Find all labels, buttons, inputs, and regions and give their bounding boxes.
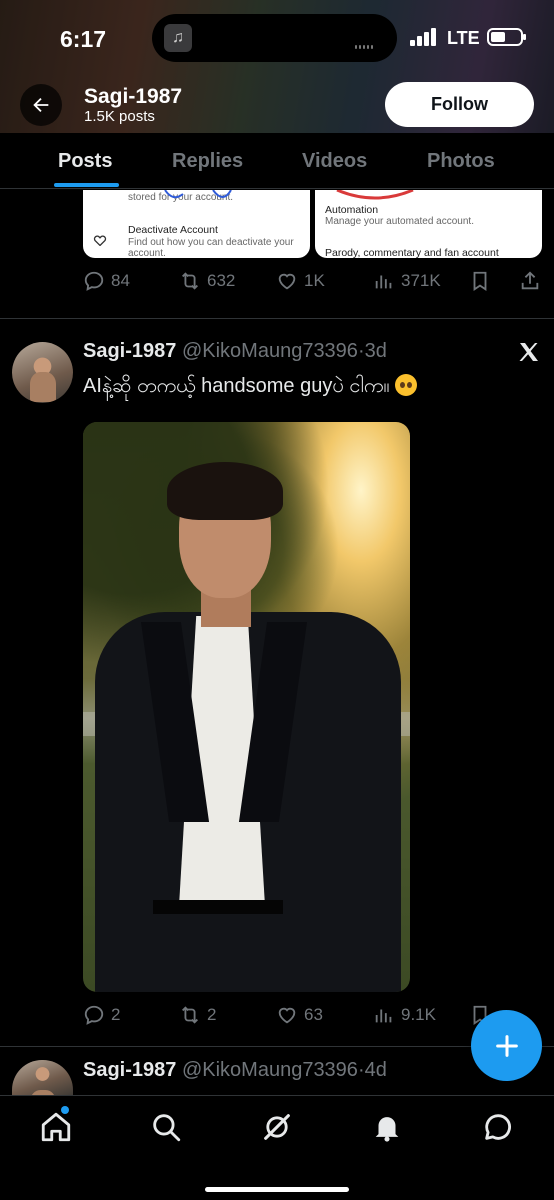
tab-replies[interactable]: Replies bbox=[172, 150, 243, 173]
avatar[interactable] bbox=[12, 1060, 73, 1095]
views-button[interactable]: 9.1K bbox=[373, 1004, 436, 1026]
bell-icon bbox=[375, 1117, 399, 1142]
heart-icon bbox=[278, 1007, 296, 1024]
nav-messages[interactable] bbox=[481, 1110, 515, 1144]
post-header: Sagi-1987 @KikoMaung73396·3d bbox=[83, 340, 387, 363]
prev-post-image-left[interactable]: stored for your account. Deactivate Acco… bbox=[83, 190, 310, 258]
reply-count: 84 bbox=[111, 271, 130, 290]
bottom-navigation bbox=[0, 1095, 554, 1200]
repost-icon bbox=[182, 272, 198, 290]
post-separator: · bbox=[357, 340, 365, 362]
post-author-name[interactable]: Sagi-1987 bbox=[83, 340, 176, 362]
pleading-face-emoji-icon bbox=[395, 374, 418, 396]
tab-videos[interactable]: Videos bbox=[302, 150, 367, 173]
post-separator: · bbox=[357, 1059, 365, 1081]
view-count: 371K bbox=[401, 271, 441, 290]
back-button[interactable] bbox=[20, 84, 62, 126]
views-chart-icon bbox=[375, 275, 392, 289]
red-circle-mark-icon bbox=[336, 190, 414, 200]
battery-icon bbox=[487, 28, 526, 46]
bookmark-icon bbox=[473, 271, 487, 291]
post-header: Sagi-1987 @KikoMaung73396·4d bbox=[83, 1059, 387, 1082]
home-icon bbox=[41, 1112, 71, 1142]
active-tab-indicator bbox=[54, 183, 119, 187]
bookmark-button[interactable] bbox=[469, 270, 497, 292]
music-icon: ♫ bbox=[164, 24, 192, 52]
avatar[interactable] bbox=[12, 342, 73, 403]
post-time[interactable]: 4d bbox=[365, 1059, 387, 1081]
reply-button[interactable]: 84 bbox=[83, 270, 130, 292]
pen-scribble-icon bbox=[164, 190, 232, 199]
tab-photos[interactable]: Photos bbox=[427, 150, 495, 173]
repost-button[interactable]: 2 bbox=[179, 1004, 216, 1026]
search-icon bbox=[153, 1114, 181, 1142]
repost-count: 632 bbox=[207, 271, 236, 290]
repost-button[interactable]: 632 bbox=[179, 270, 235, 292]
home-indicator bbox=[205, 1187, 349, 1192]
prev-post-media[interactable]: stored for your account. Deactivate Acco… bbox=[83, 190, 542, 258]
repost-icon bbox=[182, 1006, 198, 1024]
cellular-signal-icon bbox=[410, 28, 438, 46]
like-button[interactable]: 63 bbox=[276, 1004, 323, 1026]
views-button[interactable]: 371K bbox=[373, 270, 441, 292]
post-text-content: AIနဲ့ဆို တကယ့် handsome guyပဲ ငါက။ bbox=[83, 375, 390, 397]
tab-posts[interactable]: Posts bbox=[58, 150, 112, 173]
post-divider bbox=[0, 318, 554, 319]
nav-grok[interactable] bbox=[260, 1110, 294, 1144]
x-logo-icon bbox=[519, 343, 538, 361]
profile-post-count: 1.5K posts bbox=[84, 108, 155, 125]
post-actions: 2 2 63 9.1K bbox=[83, 1004, 543, 1030]
post-author-handle[interactable]: @KikoMaung73396 bbox=[182, 340, 358, 362]
notification-dot bbox=[61, 1106, 69, 1114]
plus-icon bbox=[495, 1034, 518, 1057]
prev-card-title: Deactivate Account bbox=[128, 224, 218, 236]
share-icon bbox=[521, 271, 539, 290]
prev-post-actions: 84 632 1K 371K bbox=[83, 270, 543, 296]
share-button[interactable] bbox=[519, 270, 547, 292]
heart-icon bbox=[278, 273, 296, 290]
nav-search[interactable] bbox=[149, 1110, 183, 1144]
nav-home[interactable] bbox=[39, 1106, 73, 1144]
image-person-belt bbox=[153, 900, 283, 914]
view-count: 9.1K bbox=[401, 1005, 436, 1024]
profile-tabs: Posts Replies Videos Photos bbox=[0, 133, 554, 189]
broken-heart-icon bbox=[93, 235, 107, 246]
post-author-handle[interactable]: @KikoMaung73396 bbox=[182, 1059, 358, 1081]
reply-icon bbox=[84, 271, 104, 291]
views-chart-icon bbox=[375, 1009, 392, 1023]
post-text: AIနဲ့ဆို တကယ့် handsome guyပဲ ငါက။ bbox=[83, 372, 418, 402]
post-time[interactable]: 3d bbox=[365, 340, 387, 362]
prev-card-desc: Find out how you can deactivate your bbox=[128, 237, 294, 248]
reply-icon bbox=[84, 1005, 104, 1025]
prev-card-desc: account. bbox=[128, 248, 166, 258]
reply-button[interactable]: 2 bbox=[83, 1004, 120, 1026]
like-count: 63 bbox=[304, 1005, 323, 1024]
like-button[interactable]: 1K bbox=[276, 270, 325, 292]
image-person-hair bbox=[167, 462, 283, 520]
audio-wave-icon bbox=[355, 36, 381, 49]
nav-notifications[interactable] bbox=[370, 1110, 404, 1144]
status-bar: 6:17 ♫ LTE bbox=[0, 0, 554, 76]
repost-count: 2 bbox=[207, 1005, 217, 1024]
dynamic-island: ♫ bbox=[152, 14, 397, 62]
compose-post-button[interactable] bbox=[471, 1010, 542, 1081]
network-type: LTE bbox=[447, 28, 480, 48]
follow-button[interactable]: Follow bbox=[385, 82, 534, 127]
prev-card-desc: Manage your automated account. bbox=[325, 216, 474, 227]
post-image[interactable] bbox=[83, 422, 410, 992]
prev-card-title: Parody, commentary and fan account bbox=[325, 247, 499, 258]
grok-icon bbox=[264, 1114, 290, 1140]
arrow-left-icon bbox=[33, 97, 49, 113]
messages-icon bbox=[485, 1114, 511, 1140]
post-author-name[interactable]: Sagi-1987 bbox=[83, 1059, 176, 1081]
prev-post-image-right[interactable]: Automation Manage your automated account… bbox=[315, 190, 542, 258]
prev-card-title: Automation bbox=[325, 204, 379, 216]
reply-count: 2 bbox=[111, 1005, 121, 1024]
like-count: 1K bbox=[304, 271, 325, 290]
profile-name: Sagi-1987 bbox=[84, 85, 183, 108]
status-time: 6:17 bbox=[60, 26, 107, 52]
